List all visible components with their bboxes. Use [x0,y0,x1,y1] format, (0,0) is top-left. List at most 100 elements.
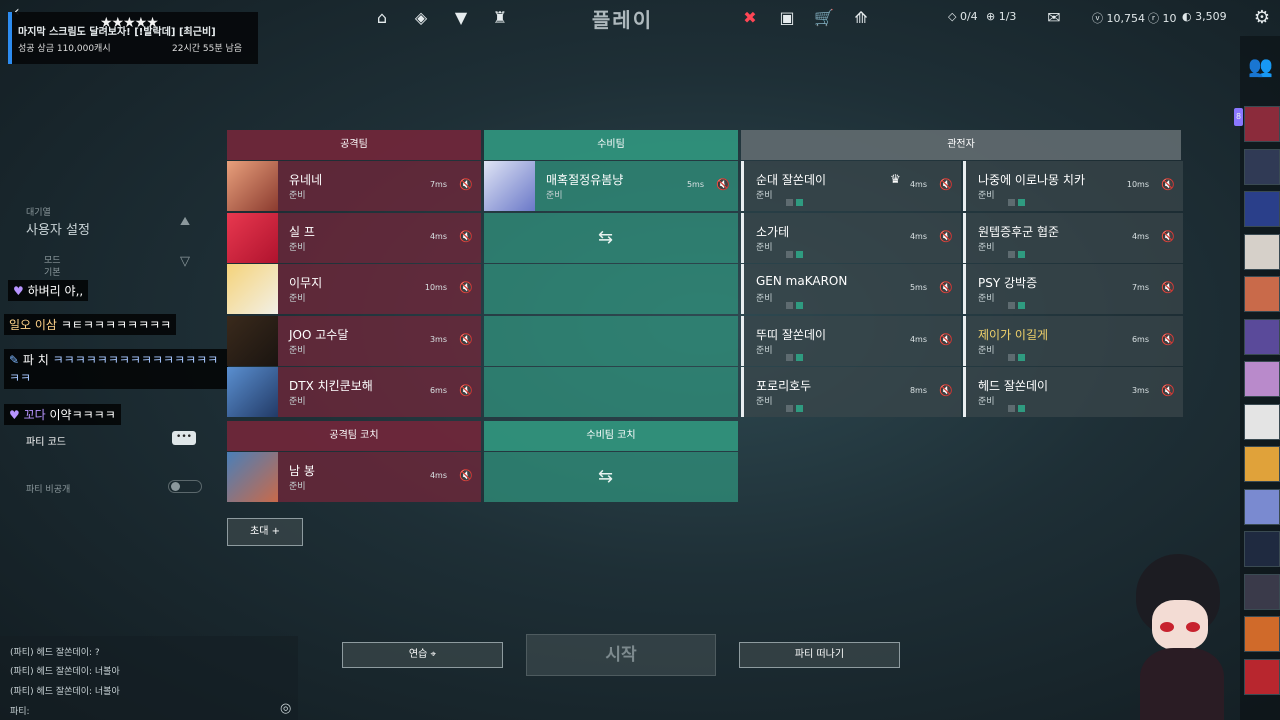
mute-icon[interactable]: 🔇 [459,178,473,191]
mode-icon[interactable]: ▽ [180,254,190,269]
mute-icon[interactable]: 🔇 [1161,230,1175,243]
attack-player-slot[interactable]: DTX 치킨쿤보해 준비 6ms 🔇 [227,367,481,417]
cart-icon[interactable]: 🛒 [814,9,834,27]
mute-icon[interactable]: 🔇 [1161,281,1175,294]
player-name: 소가테 [756,224,790,239]
battlepass-icon[interactable]: ♜ [490,9,510,27]
heart-icon: ♥ [13,284,24,298]
spectator-player-slot[interactable]: 헤드 잘쏜데이 준비 3ms 🔇 [963,367,1183,417]
friend-avatar[interactable] [1244,276,1280,312]
mute-icon[interactable]: 🔇 [459,469,473,482]
invite-button[interactable]: 초대 + [227,518,303,546]
mail-icon[interactable]: ✉ [1044,9,1064,27]
friend-avatar[interactable] [1244,318,1280,355]
attack-coach-slot[interactable]: 남 봉 준비 4ms 🔇 [227,452,481,502]
mute-icon[interactable]: 🔇 [939,384,953,397]
spectator-player-slot[interactable]: PSY 강박증 준비 7ms 🔇 [963,264,1183,314]
weekly-counter[interactable]: ⊕ 1/3 [986,10,1016,23]
lobby-label: 대기열 [26,208,51,218]
rank-indicators [1008,243,1028,258]
premier-icon[interactable]: ⟰ [851,9,871,27]
friend-avatar[interactable] [1244,573,1280,610]
spectator-player-slot[interactable]: 소가테 준비 4ms 🔇 [741,212,961,263]
mute-icon[interactable]: 🔇 [939,333,953,346]
mute-icon[interactable]: 🔇 [939,230,953,243]
mute-icon[interactable]: 🔇 [939,178,953,191]
party-private-toggle[interactable] [168,480,202,493]
mute-icon[interactable]: 🔇 [459,333,473,346]
friend-avatar[interactable] [1244,148,1280,185]
player-name: 뚜띠 잘쏜데이 [756,327,827,342]
defense-empty-slot[interactable] [484,315,738,366]
defense-coach-slot[interactable]: ⇆ [484,452,738,502]
attack-player-slot[interactable]: 실 프 준비 4ms 🔇 [227,212,481,263]
friend-avatar[interactable] [1244,531,1280,567]
chat-text: 이약ㅋㅋㅋㅋ [49,408,116,422]
swap-arrows-icon[interactable]: ⇆ [598,466,613,487]
friends-icon[interactable]: 👥 [1248,54,1273,78]
mode-value[interactable]: 기본 [44,265,61,278]
spectator-player-slot[interactable]: 뚜띠 잘쏜데이 준비 4ms 🔇 [741,315,961,366]
spectator-player-slot[interactable]: 순대 잘쏜데이 준비 4ms 🔇 [741,161,961,211]
ready-status: 준비 [978,242,995,253]
attack-player-slot[interactable]: 유네네 준비 7ms 🔇 [227,161,481,211]
missions-value: 0/4 [959,10,978,23]
friend-avatar[interactable] [1244,403,1280,440]
start-button[interactable]: 시작 [526,634,716,676]
ping-value: 4ms [909,180,927,189]
spectator-player-slot[interactable]: 원텝증후군 협준 준비 4ms 🔇 [963,212,1183,263]
friend-avatar[interactable] [1244,658,1280,695]
ready-status: 준비 [756,397,773,407]
spectator-player-slot[interactable]: 포로리호두 준비 8ms 🔇 [741,367,961,417]
mute-icon[interactable]: 🔇 [1161,333,1175,346]
chat-settings-icon[interactable]: ◎ [280,701,291,716]
leave-party-button[interactable]: 파티 떠나기 [739,642,900,668]
defense-empty-slot[interactable] [484,264,738,314]
friend-avatar[interactable] [1244,191,1280,227]
ping-value: 6ms [1131,334,1149,344]
friend-avatar[interactable] [1244,106,1280,142]
home-icon[interactable]: ⌂ [372,9,392,27]
settings-icon[interactable]: ⛰ [180,214,190,229]
swap-arrows-icon[interactable]: ⇆ [598,227,613,248]
chat-user: 꼬다 [23,408,46,422]
mute-icon[interactable]: 🔇 [1161,384,1175,397]
mute-icon[interactable]: 🔇 [459,230,473,243]
mute-icon[interactable]: 🔇 [1161,178,1175,191]
spectator-player-slot[interactable]: 제이가 이길게 준비 6ms 🔇 [963,315,1183,366]
ping-value: 6ms [429,386,447,395]
party-code-button[interactable]: ••• [172,431,196,445]
spectator-player-slot[interactable]: 나중에 이로나몽 치카 준비 10ms 🔇 [963,161,1183,211]
ready-status: 준비 [756,294,773,304]
heart-icon: ♥ [9,408,20,422]
agents-icon[interactable]: ✖ [740,9,760,27]
ping-value: 7ms [429,180,447,189]
friend-avatar[interactable] [1244,233,1280,270]
mute-icon[interactable]: 🔇 [716,178,730,191]
friend-avatar[interactable] [1244,361,1280,397]
mute-icon[interactable]: 🔇 [459,281,473,294]
party-chat-input[interactable]: 파티: [10,704,30,717]
missions-counter[interactable]: ◇ 0/4 [948,10,978,23]
attack-player-slot[interactable]: JOO 고수달 준비 3ms 🔇 [227,315,481,366]
gear-icon[interactable]: ⚙ [1252,9,1272,27]
invite-label: 초대 [250,526,269,537]
friend-avatar[interactable] [1244,446,1280,482]
mute-icon[interactable]: 🔇 [939,281,953,294]
store-icon[interactable]: ▣ [777,9,797,27]
defense-player-slot[interactable]: 매혹절정유봄냥 준비 5ms 🔇 [484,161,738,211]
mute-icon[interactable]: 🔇 [459,384,473,397]
defense-team-header: 수비팀 [484,130,738,160]
collection-icon[interactable]: ▼ [451,9,471,27]
chat-overlay-line: 일오 이삼 ㅋㅌㅋㅋㅋㅋㅋㅋㅋㅋ [4,314,177,335]
friend-avatar[interactable] [1244,616,1280,652]
attack-player-slot[interactable]: 이무지 준비 10ms 🔇 [227,264,481,314]
friend-avatar[interactable] [1244,488,1280,525]
attack-team-header: 공격팀 [227,130,481,160]
spectator-player-slot[interactable]: GEN maKARON 준비 5ms 🔇 [741,264,961,314]
practice-button[interactable]: 연습 ⌖ [342,642,503,668]
defense-empty-slot[interactable] [484,367,738,417]
rank-indicators [786,397,806,412]
defense-empty-slot[interactable]: ⇆ [484,212,738,263]
career-icon[interactable]: ◈ [411,9,431,27]
